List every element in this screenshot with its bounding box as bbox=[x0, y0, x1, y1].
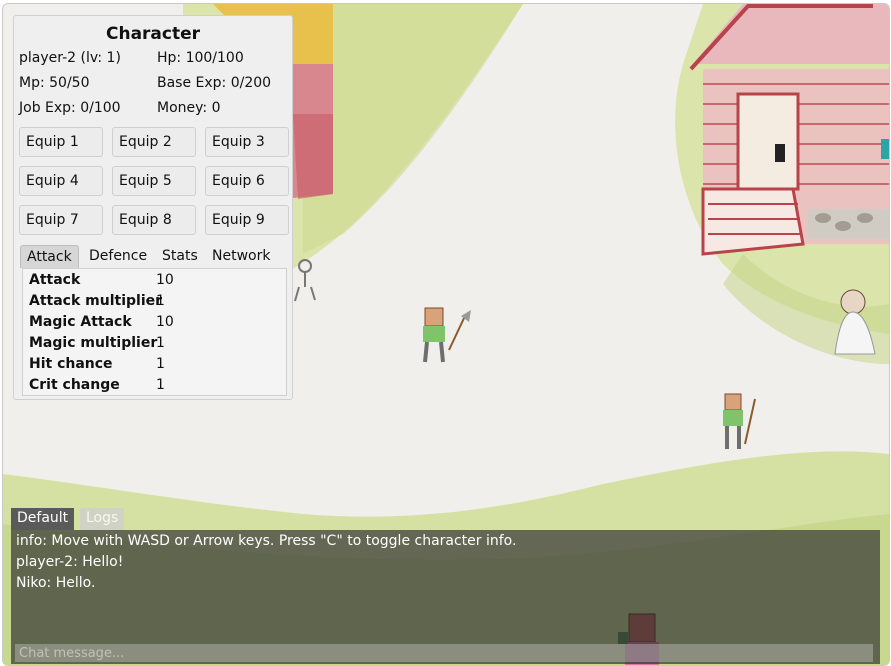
tab-network[interactable]: Network bbox=[206, 245, 276, 268]
stat-label-crit-change: Crit change bbox=[29, 377, 120, 393]
tab-attack[interactable]: Attack bbox=[20, 245, 79, 268]
stat-value-hit-chance: 1 bbox=[156, 356, 165, 372]
game-window: Character player-2 (lv: 1) Hp: 100/100 M… bbox=[2, 3, 890, 666]
stat-label-hit-chance: Hit chance bbox=[29, 356, 113, 372]
hp-value: Hp: 100/100 bbox=[157, 50, 244, 66]
chat-panel: info: Move with WASD or Arrow keys. Pres… bbox=[11, 530, 880, 664]
equip-slot-1[interactable]: Equip 1 bbox=[19, 127, 103, 157]
right-house bbox=[689, 4, 889, 256]
stat-label-magic-attack: Magic Attack bbox=[29, 314, 132, 330]
equip-slot-4[interactable]: Equip 4 bbox=[19, 166, 103, 196]
base-exp-value: Base Exp: 0/200 bbox=[157, 75, 272, 91]
mp-value: Mp: 50/50 bbox=[19, 75, 90, 91]
stat-value-magic-attack: 10 bbox=[156, 314, 174, 330]
equip-slot-7[interactable]: Equip 7 bbox=[19, 205, 103, 235]
stat-value-magic-multiplier: 1 bbox=[156, 335, 165, 351]
equip-slot-5[interactable]: Equip 5 bbox=[112, 166, 196, 196]
equip-slot-2[interactable]: Equip 2 bbox=[112, 127, 196, 157]
name-level: player-2 (lv: 1) bbox=[19, 50, 121, 66]
job-exp-value: Job Exp: 0/100 bbox=[19, 100, 121, 116]
equip-slot-9[interactable]: Equip 9 bbox=[205, 205, 289, 235]
chat-tab-logs[interactable]: Logs bbox=[80, 508, 125, 530]
chat-message: player-2: Hello! bbox=[16, 554, 124, 570]
stat-label-attack: Attack bbox=[29, 272, 81, 288]
stat-label-attack-multiplier: Attack multiplier bbox=[29, 293, 163, 309]
stat-value-crit-change: 1 bbox=[156, 377, 165, 393]
equip-slot-6[interactable]: Equip 6 bbox=[205, 166, 289, 196]
chat-tab-default[interactable]: Default bbox=[11, 508, 75, 530]
stat-label-magic-multiplier: Magic multiplier bbox=[29, 335, 158, 351]
character-title: Character bbox=[105, 24, 201, 44]
equip-slot-3[interactable]: Equip 3 bbox=[205, 127, 289, 157]
chat-message: Niko: Hello. bbox=[16, 575, 96, 591]
tab-defence[interactable]: Defence bbox=[83, 245, 153, 268]
attack-stats-table: Attack 10 Attack multiplier 1 Magic Atta… bbox=[22, 268, 287, 396]
chat-message: info: Move with WASD or Arrow keys. Pres… bbox=[16, 533, 517, 549]
chat-input[interactable] bbox=[15, 644, 873, 662]
equip-slot-8[interactable]: Equip 8 bbox=[112, 205, 196, 235]
tab-stats[interactable]: Stats bbox=[156, 245, 204, 268]
character-panel: Character player-2 (lv: 1) Hp: 100/100 M… bbox=[13, 15, 293, 400]
stat-value-attack-multiplier: 1 bbox=[156, 293, 165, 309]
money-value: Money: 0 bbox=[157, 100, 221, 116]
stat-value-attack: 10 bbox=[156, 272, 174, 288]
